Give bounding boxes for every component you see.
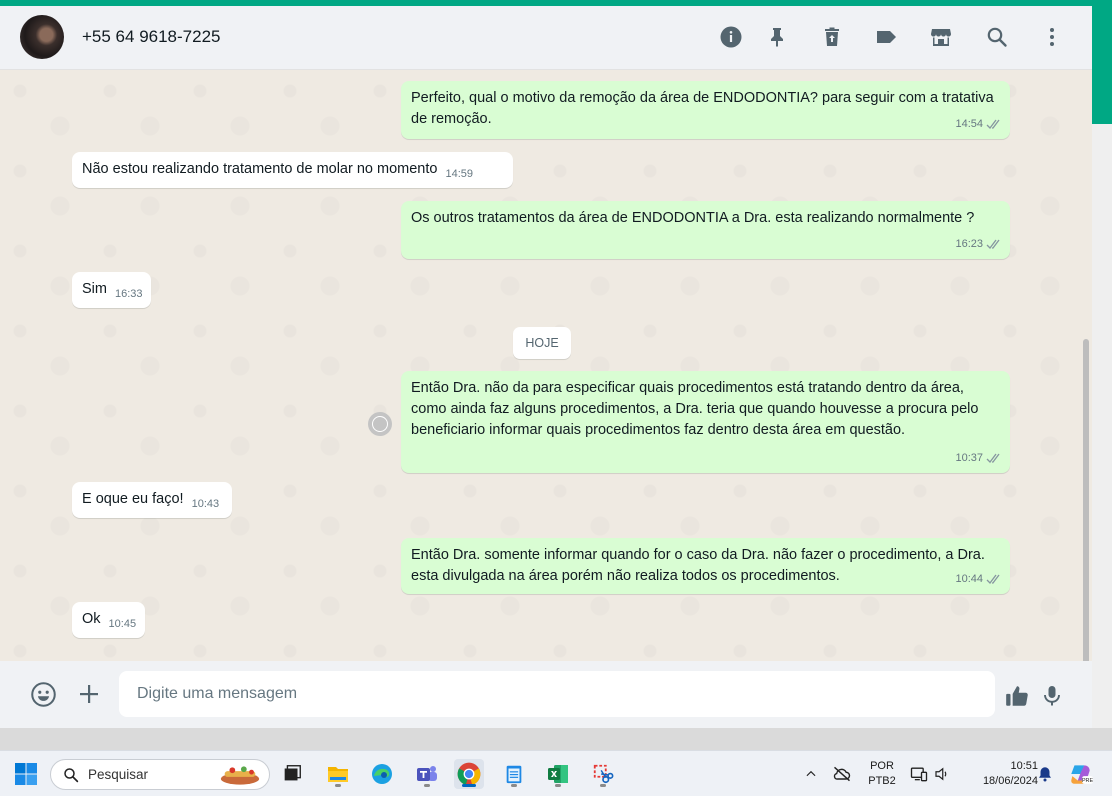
message-time: 14:54: [955, 118, 983, 130]
message-time: 10:37: [955, 452, 983, 464]
volume-icon[interactable]: [930, 759, 954, 789]
message-text: Então Dra. somente informar quando for o…: [411, 547, 985, 584]
keyboard-layout: PTB2: [868, 775, 896, 787]
message-text: E oque eu faço!: [82, 491, 184, 507]
system-clock[interactable]: 10:51 18/06/2024: [962, 759, 1038, 789]
message-time: 16:33: [114, 288, 143, 300]
search-highlight-image-icon: [220, 765, 260, 785]
chevron-up-icon[interactable]: [798, 759, 824, 789]
window-side-gutter: [1092, 124, 1112, 728]
date-divider: HOJE: [513, 327, 571, 359]
message-incoming[interactable]: Não estou realizando tratamento de molar…: [72, 152, 513, 188]
message-text: Perfeito, qual o motivo da remoção da ár…: [411, 90, 994, 127]
cloud-offline-icon[interactable]: [829, 759, 855, 789]
composer-bar: [0, 661, 1092, 728]
chat-header: +55 64 9618-7225: [0, 6, 1092, 70]
active-indicator: [462, 784, 476, 787]
catalog-icon[interactable]: [928, 24, 954, 50]
message-time: 16:23: [955, 238, 983, 250]
window-side-accent: [1092, 6, 1112, 124]
message-incoming[interactable]: E oque eu faço! 10:43: [72, 482, 232, 518]
taskbar-search-label: Pesquisar: [88, 767, 149, 782]
info-icon[interactable]: [718, 24, 744, 50]
delete-icon[interactable]: [819, 24, 845, 50]
message-text: Não estou realizando tratamento de molar…: [82, 161, 438, 177]
clock-time: 10:51: [1010, 760, 1038, 772]
label-icon[interactable]: [873, 24, 899, 50]
message-outgoing[interactable]: Os outros tratamentos da área de ENDODON…: [401, 201, 1010, 259]
windows-start-icon[interactable]: [11, 759, 41, 789]
message-text: Ok: [82, 611, 101, 627]
edge-browser-icon[interactable]: [367, 759, 397, 789]
message-incoming[interactable]: Ok 10:45: [72, 602, 145, 638]
message-meta: 16:23: [955, 234, 1002, 255]
message-text: Então Dra. não da para especificar quais…: [411, 380, 979, 438]
message-text: Sim: [82, 281, 107, 297]
svg-text:PRE: PRE: [1082, 778, 1094, 784]
file-explorer-icon[interactable]: [323, 759, 353, 789]
double-check-icon: [986, 239, 1000, 249]
attach-plus-icon[interactable]: [75, 680, 103, 708]
running-indicator: [511, 784, 517, 787]
double-check-icon: [986, 574, 1000, 584]
message-list[interactable]: Perfeito, qual o motivo da remoção da ár…: [0, 71, 1092, 719]
notepad-icon[interactable]: [499, 759, 529, 789]
windows-taskbar: Pesquisar POR PTB2 10:51 18/06/2024 PRE: [0, 750, 1112, 796]
message-time: 10:45: [108, 618, 137, 630]
copilot-icon[interactable]: PRE: [1066, 759, 1096, 789]
search-icon: [64, 767, 79, 782]
running-indicator: [600, 784, 606, 787]
message-outgoing[interactable]: Então Dra. somente informar quando for o…: [401, 538, 1010, 594]
running-indicator: [555, 784, 561, 787]
message-time: 14:59: [445, 168, 473, 180]
message-time: 10:43: [191, 498, 220, 510]
emoji-icon[interactable]: [29, 680, 57, 708]
contact-name[interactable]: +55 64 9618-7225: [82, 27, 221, 47]
double-check-icon: [986, 453, 1000, 463]
whatsapp-window: +55 64 9618-7225 Perfeito, qual o motivo…: [0, 6, 1092, 728]
chrome-icon[interactable]: [454, 759, 484, 789]
message-meta: 14:54: [955, 114, 1002, 135]
task-view-icon[interactable]: [277, 759, 307, 789]
message-time: 10:44: [955, 573, 983, 585]
pin-icon[interactable]: [764, 24, 790, 50]
search-icon[interactable]: [984, 24, 1010, 50]
message-meta: 10:44: [955, 569, 1002, 590]
microphone-icon[interactable]: [1039, 682, 1065, 710]
message-incoming[interactable]: Sim 16:33: [72, 272, 151, 308]
message-outgoing[interactable]: Então Dra. não da para especificar quais…: [401, 371, 1010, 473]
notification-bell-icon[interactable]: [1032, 759, 1058, 789]
message-input[interactable]: [119, 671, 995, 717]
thumbs-up-icon[interactable]: [1003, 682, 1031, 710]
running-indicator: [424, 784, 430, 787]
teams-icon[interactable]: [412, 759, 442, 789]
message-meta: 10:37: [955, 448, 1002, 469]
double-check-icon: [986, 119, 1000, 129]
avatar[interactable]: [20, 15, 64, 59]
emoji-reaction-icon[interactable]: [368, 412, 392, 436]
clock-date: 18/06/2024: [982, 775, 1038, 787]
menu-icon[interactable]: [1039, 24, 1065, 50]
language-indicator[interactable]: POR PTB2: [862, 759, 902, 789]
running-indicator: [335, 784, 341, 787]
taskbar-search[interactable]: Pesquisar: [50, 759, 270, 790]
network-icon[interactable]: [906, 759, 932, 789]
excel-icon[interactable]: [543, 759, 573, 789]
language-code: POR: [870, 760, 894, 772]
snipping-tool-icon[interactable]: [588, 759, 618, 789]
message-outgoing[interactable]: Perfeito, qual o motivo da remoção da ár…: [401, 81, 1010, 139]
message-text: Os outros tratamentos da área de ENDODON…: [411, 210, 975, 226]
